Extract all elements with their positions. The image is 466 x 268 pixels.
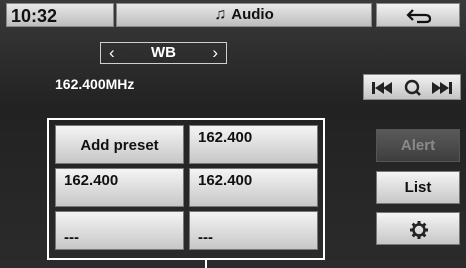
preset-label: 162.400	[198, 129, 253, 146]
search-icon[interactable]	[404, 79, 421, 96]
chevron-left-icon[interactable]: ‹	[109, 43, 115, 63]
skip-forward-icon[interactable]	[432, 82, 452, 94]
band-selector[interactable]: ‹ WB ›	[100, 42, 227, 64]
add-preset-button[interactable]: Add preset	[55, 125, 184, 164]
list-button[interactable]: List	[376, 171, 460, 204]
preset-label: ---	[64, 229, 79, 246]
band-label: WB	[151, 44, 176, 61]
gear-icon	[410, 221, 428, 239]
frequency-display: 162.400MHz	[55, 76, 135, 92]
back-arrow-icon	[406, 9, 432, 24]
preset-button-3[interactable]: 162.400	[55, 168, 184, 207]
alert-button[interactable]: Alert	[376, 129, 460, 162]
preset-label: Add preset	[80, 137, 159, 154]
settings-button[interactable]	[376, 212, 460, 245]
page-title: Audio	[231, 6, 274, 23]
preset-button-5[interactable]: ---	[55, 211, 184, 250]
grid-indicator-line	[205, 258, 207, 268]
skip-back-icon[interactable]	[372, 82, 392, 94]
preset-label: ---	[198, 229, 213, 246]
preset-button-6[interactable]: ---	[189, 211, 318, 250]
audio-screen: 10:32 ♫ Audio ‹ WB › 162.400MHz Add pres…	[0, 0, 466, 268]
preset-button-4[interactable]: 162.400	[189, 168, 318, 207]
chevron-right-icon[interactable]: ›	[212, 43, 218, 63]
seek-controls	[363, 74, 461, 100]
preset-label: 162.400	[64, 172, 119, 189]
preset-button-2[interactable]: 162.400	[189, 125, 318, 164]
back-button[interactable]	[376, 3, 460, 27]
title-bar: ♫ Audio	[116, 3, 372, 27]
music-note-icon: ♫	[214, 6, 227, 23]
clock: 10:32	[6, 3, 114, 27]
preset-label: 162.400	[198, 172, 253, 189]
preset-grid: Add preset 162.400 162.400 162.400 --- -…	[47, 118, 325, 260]
